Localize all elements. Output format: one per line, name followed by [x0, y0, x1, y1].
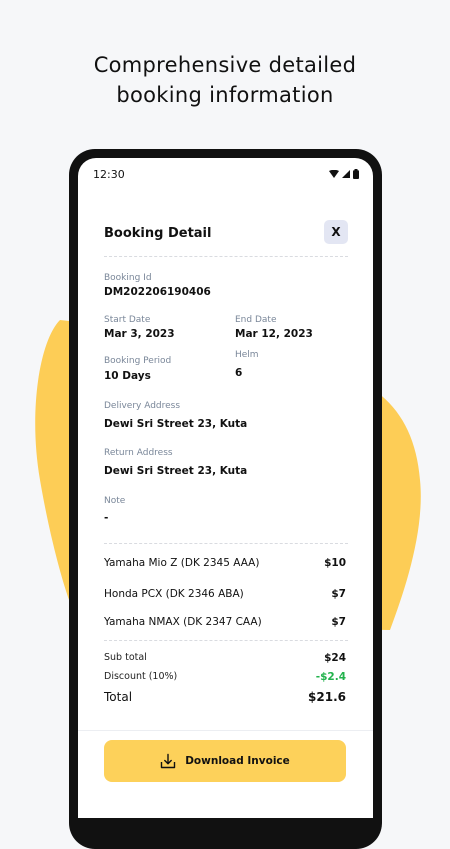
- start-date-label: Start Date: [104, 315, 151, 325]
- status-time: 12:30: [93, 168, 125, 181]
- list-item-name: Honda PCX (DK 2346 ABA): [104, 588, 244, 600]
- return-address-value: Dewi Sri Street 23, Kuta: [104, 465, 248, 477]
- discount-value: -$2.4: [315, 671, 346, 683]
- list-item-name: Yamaha NMAX (DK 2347 CAA): [104, 616, 262, 628]
- page-title: Booking Detail: [104, 226, 212, 241]
- download-invoice-label: Download Invoice: [185, 755, 290, 767]
- divider: [104, 640, 348, 641]
- list-item-price: $10: [324, 557, 346, 569]
- headline-line-1: Comprehensive detailed: [93, 53, 357, 77]
- helm-label: Helm: [235, 350, 259, 360]
- end-date-label: End Date: [235, 315, 277, 325]
- close-button[interactable]: X: [324, 220, 348, 244]
- booking-id-label: Booking Id: [104, 273, 152, 283]
- signal-icon: [342, 170, 350, 178]
- list-item-name: Yamaha Mio Z (DK 2345 AAA): [104, 557, 260, 569]
- start-date-value: Mar 3, 2023: [104, 328, 175, 340]
- wifi-icon: [329, 170, 339, 178]
- phone-screen: 12:30 Booking Detail X Booking Id DM2022…: [78, 158, 373, 818]
- booking-period-label: Booking Period: [104, 356, 172, 366]
- total-value: $21.6: [308, 690, 346, 704]
- promo-headline: Comprehensive detailed booking informati…: [0, 50, 450, 110]
- download-icon: [161, 753, 176, 769]
- status-bar: 12:30: [78, 158, 373, 192]
- helm-value: 6: [235, 367, 243, 379]
- subtotal-value: $24: [324, 652, 346, 664]
- subtotal-label: Sub total: [104, 652, 147, 663]
- list-item-price: $7: [331, 616, 346, 628]
- status-icons: [329, 169, 359, 179]
- note-value: -: [104, 512, 109, 524]
- return-address-label: Return Address: [104, 448, 173, 458]
- booking-id-value: DM202206190406: [104, 286, 211, 298]
- footer-divider: [78, 730, 373, 731]
- download-invoice-button[interactable]: Download Invoice: [104, 740, 346, 782]
- divider: [104, 543, 348, 544]
- delivery-address-value: Dewi Sri Street 23, Kuta: [104, 418, 248, 430]
- delivery-address-label: Delivery Address: [104, 401, 181, 411]
- headline-line-2: booking information: [116, 83, 334, 107]
- booking-period-value: 10 Days: [104, 370, 151, 382]
- divider: [104, 256, 348, 257]
- note-label: Note: [104, 496, 126, 506]
- list-item-price: $7: [331, 588, 346, 600]
- discount-label: Discount (10%): [104, 671, 178, 682]
- battery-icon: [353, 169, 359, 179]
- total-label: Total: [104, 690, 133, 704]
- end-date-value: Mar 12, 2023: [235, 328, 313, 340]
